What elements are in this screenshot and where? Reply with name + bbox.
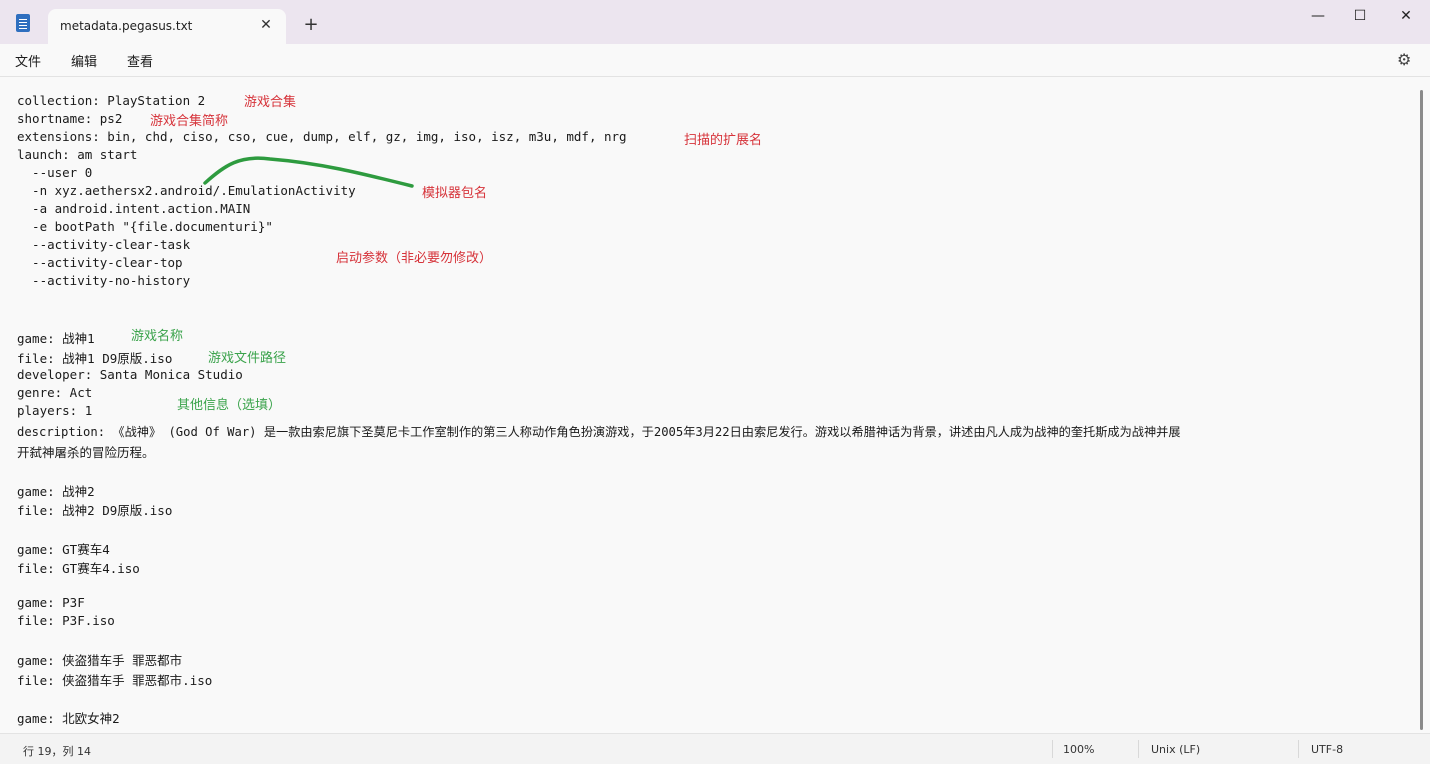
- tab-metadata[interactable]: metadata.pegasus.txt ✕: [48, 9, 286, 44]
- title-bar: metadata.pegasus.txt ✕ + — ☐ ✕: [0, 0, 1430, 44]
- cursor-position: 行 19，列 14: [23, 745, 91, 758]
- minimize-button[interactable]: —: [1298, 4, 1338, 28]
- settings-gear-icon[interactable]: ⚙: [1397, 50, 1411, 69]
- line-ending[interactable]: Unix (LF): [1151, 743, 1200, 756]
- text-editor[interactable]: collection: PlayStation 2 shortname: ps2…: [0, 77, 1420, 732]
- tab-title: metadata.pegasus.txt: [60, 19, 193, 33]
- vertical-scrollbar[interactable]: [1420, 90, 1423, 730]
- new-tab-button[interactable]: +: [300, 14, 322, 36]
- menu-file[interactable]: 文件: [15, 51, 41, 70]
- encoding[interactable]: UTF-8: [1311, 743, 1343, 756]
- status-divider: [1138, 740, 1139, 758]
- status-bar: 行 19，列 14 100% Unix (LF) UTF-8: [0, 733, 1430, 764]
- status-divider: [1052, 740, 1053, 758]
- notepad-icon: [16, 14, 30, 32]
- hand-drawn-stroke: [203, 156, 414, 188]
- close-tab-icon[interactable]: ✕: [256, 15, 276, 35]
- zoom-level[interactable]: 100%: [1063, 743, 1094, 756]
- menu-view[interactable]: 查看: [127, 51, 153, 70]
- menu-edit[interactable]: 编辑: [71, 51, 97, 70]
- close-window-button[interactable]: ✕: [1386, 4, 1426, 28]
- menu-bar: 文件 编辑 查看 ⚙: [0, 44, 1430, 77]
- status-divider: [1298, 740, 1299, 758]
- maximize-button[interactable]: ☐: [1340, 4, 1380, 28]
